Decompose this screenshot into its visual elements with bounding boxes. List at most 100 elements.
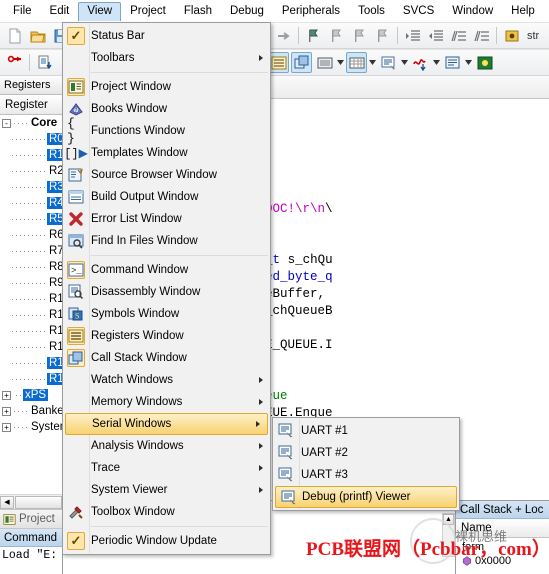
bookmark-icon[interactable] xyxy=(501,25,522,46)
menu-item-registers-window[interactable]: Registers Window xyxy=(63,325,270,347)
register-row[interactable]: + ·· xPS xyxy=(0,387,62,403)
chevron-down-icon[interactable] xyxy=(368,52,377,73)
menu-svcs[interactable]: SVCS xyxy=(394,2,443,21)
chevron-down-icon[interactable] xyxy=(336,52,345,73)
indent-left-icon[interactable] xyxy=(425,25,446,46)
scroll-left-icon[interactable]: ◀ xyxy=(0,495,14,509)
chevron-down-icon[interactable] xyxy=(432,52,441,73)
registers-column-header[interactable]: Register xyxy=(0,95,62,115)
register-row[interactable]: ········· R7 xyxy=(0,243,62,259)
collapse-icon[interactable]: - xyxy=(2,118,11,128)
step-arrow-icon[interactable] xyxy=(273,25,294,46)
registers-panel-tab[interactable]: Registers xyxy=(0,76,62,95)
analysis-window-toolbar-icon[interactable] xyxy=(410,52,431,73)
uncomment-lines-icon[interactable] xyxy=(471,25,492,46)
call-stack-title[interactable]: Call Stack + Loc xyxy=(456,501,549,519)
expand-icon[interactable]: + xyxy=(2,406,11,416)
menu-project[interactable]: Project xyxy=(121,2,175,21)
menu-item-periodic-window-update[interactable]: ✓ Periodic Window Update xyxy=(63,530,270,552)
menu-item-command-window[interactable]: >_ Command Window xyxy=(63,259,270,281)
menu-item-project-window[interactable]: Project Window xyxy=(63,76,270,98)
open-file-icon[interactable] xyxy=(27,25,48,46)
chevron-down-icon[interactable] xyxy=(400,52,409,73)
call-stack-window-toolbar-icon[interactable] xyxy=(291,52,312,73)
menu-item-toolbars[interactable]: Toolbars xyxy=(63,47,270,69)
menu-item-functions-window[interactable]: { } Functions Window xyxy=(63,116,270,146)
register-row[interactable]: ·········R11 xyxy=(0,307,62,323)
menu-item-watch-windows[interactable]: Watch Windows xyxy=(63,369,270,391)
register-row[interactable]: ·········R15 xyxy=(0,371,62,387)
menu-help[interactable]: Help xyxy=(502,2,544,21)
menu-item-memory-windows[interactable]: Memory Windows xyxy=(63,391,270,413)
menu-item-find-in-files-window[interactable]: Find In Files Window xyxy=(63,230,270,252)
expand-icon[interactable]: + xyxy=(2,390,11,400)
chevron-down-icon[interactable] xyxy=(464,52,473,73)
register-row[interactable]: ········· R5 xyxy=(0,211,62,227)
register-row[interactable]: - ···· Core xyxy=(0,115,62,131)
menu-item-analysis-windows[interactable]: Analysis Windows xyxy=(63,435,270,457)
menu-item-system-viewer[interactable]: System Viewer xyxy=(63,479,270,501)
menu-item-templates-window[interactable]: []▶ Templates Window xyxy=(63,142,270,164)
register-row[interactable]: ········· R3 xyxy=(0,179,62,195)
register-row[interactable]: ········· R9 xyxy=(0,275,62,291)
register-row[interactable]: ·········R13 xyxy=(0,339,62,355)
comment-lines-icon[interactable] xyxy=(448,25,469,46)
menu-peripherals[interactable]: Peripherals xyxy=(273,2,349,21)
expand-icon[interactable]: + xyxy=(2,422,11,432)
menu-item-serial-windows[interactable]: Serial Windows xyxy=(65,413,268,435)
system-viewer-toolbar-icon[interactable] xyxy=(442,52,463,73)
menu-item-error-list-window[interactable]: Error List Window xyxy=(63,208,270,230)
menu-view[interactable]: View xyxy=(78,1,122,21)
menu-flash[interactable]: Flash xyxy=(175,2,221,21)
menu-item-status-bar[interactable]: ✓ Status Bar xyxy=(63,25,270,47)
menu-item-disassembly-window[interactable]: Disassembly Window xyxy=(63,281,270,303)
menu-item-books-window[interactable]: ? Books Window xyxy=(63,98,270,120)
menu-window[interactable]: Window xyxy=(443,2,502,21)
register-row[interactable]: ········· R8 xyxy=(0,259,62,275)
menu-item-toolbox-window[interactable]: Toolbox Window xyxy=(63,501,270,523)
register-row[interactable]: ········· R6 xyxy=(0,227,62,243)
register-row[interactable]: +····Banked xyxy=(0,403,62,419)
registers-tree[interactable]: - ···· Core ········· R0 ········· R1 ·········… xyxy=(0,115,62,494)
registers-window-toolbar-icon[interactable] xyxy=(268,52,289,73)
register-row[interactable]: ········· R4 xyxy=(0,195,62,211)
breakpoint-disable-icon[interactable] xyxy=(349,25,370,46)
submenu-item-uart-3[interactable]: UART #3 xyxy=(273,464,459,486)
trace-window-toolbar-icon[interactable] xyxy=(314,52,335,73)
register-row[interactable]: +····System xyxy=(0,419,62,435)
register-row[interactable]: ·········R14 xyxy=(0,355,62,371)
menu-item-build-output-window[interactable]: Build Output Window xyxy=(63,186,270,208)
submenu-item-uart-2[interactable]: UART #2 xyxy=(273,442,459,464)
menu-file[interactable]: File xyxy=(4,2,41,21)
command-pane-body[interactable]: Load "E: xyxy=(0,547,62,574)
memory-window-toolbar-icon[interactable] xyxy=(346,52,367,73)
menu-item-call-stack-window[interactable]: Call Stack Window xyxy=(63,347,270,369)
menu-item-symbols-window[interactable]: S Symbols Window xyxy=(63,303,270,325)
submenu-item-uart-1[interactable]: UART #1 xyxy=(273,420,459,442)
step-into-icon[interactable] xyxy=(34,52,55,73)
breakpoint-insert-icon[interactable] xyxy=(303,25,324,46)
submenu-item-debug-printf-viewer[interactable]: Debug (printf) Viewer xyxy=(275,486,457,508)
command-pane-header[interactable]: Command xyxy=(0,529,62,547)
breakpoint-disable-all-icon[interactable] xyxy=(372,25,393,46)
menu-debug[interactable]: Debug xyxy=(221,2,273,21)
indent-right-icon[interactable] xyxy=(402,25,423,46)
register-row[interactable]: ·········R10 xyxy=(0,291,62,307)
project-tab[interactable]: Project xyxy=(0,509,62,529)
scroll-thumb[interactable] xyxy=(15,495,62,509)
search-box-text[interactable]: str xyxy=(527,30,539,42)
serial-window-toolbar-icon[interactable] xyxy=(378,52,399,73)
menu-edit[interactable]: Edit xyxy=(41,2,79,21)
reset-icon[interactable] xyxy=(4,52,25,73)
toolbox-toolbar-icon[interactable] xyxy=(474,52,495,73)
menu-tools[interactable]: Tools xyxy=(349,2,394,21)
menu-item-source-browser-window[interactable]: Source Browser Window xyxy=(63,164,270,186)
register-row[interactable]: ········· R1 xyxy=(0,147,62,163)
register-row[interactable]: ········· R0 xyxy=(0,131,62,147)
breakpoint-kill-icon[interactable] xyxy=(326,25,347,46)
new-file-icon[interactable] xyxy=(4,25,25,46)
menu-item-trace[interactable]: Trace xyxy=(63,457,270,479)
register-row[interactable]: ········· R2 xyxy=(0,163,62,179)
register-row[interactable]: ·········R12 xyxy=(0,323,62,339)
registers-hscrollbar[interactable]: ◀ xyxy=(0,494,62,509)
